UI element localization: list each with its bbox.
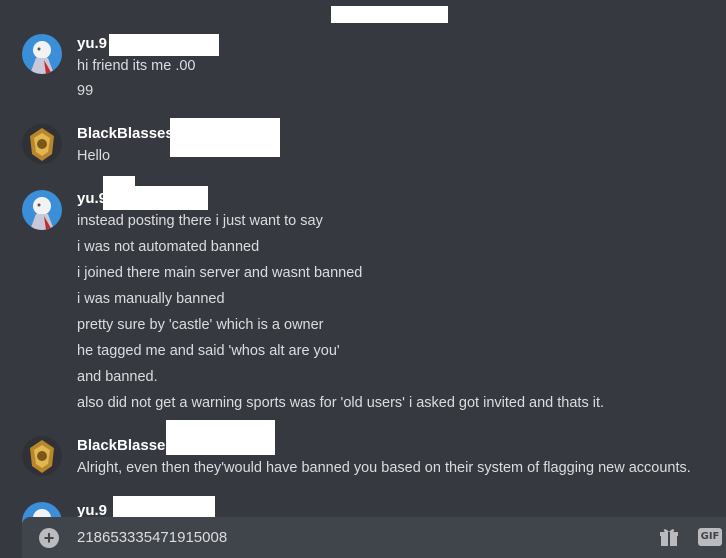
message-text: i was manually banned [77,291,225,307]
plus-circle-icon[interactable]: + [39,528,59,548]
message-text: and banned. [77,369,158,385]
redacted-block [103,186,208,210]
message-text: 99 [77,83,94,99]
username[interactable]: BlackBlasses [77,124,174,144]
message-text: Alright, even then they'would have banne… [77,460,691,476]
message-composer[interactable]: + 218653335471915008 GIF [22,517,726,558]
gold-emblem-avatar-icon[interactable] [22,124,62,164]
anime-character-avatar-icon[interactable] [22,34,62,74]
message-text: he tagged me and said 'whos alt are you' [77,343,340,359]
anime-character-avatar-icon[interactable] [22,190,62,230]
message-text: i was not automated banned [77,239,260,255]
redacted-block [166,420,275,455]
message-text: i joined there main server and wasnt ban… [77,265,363,281]
gold-emblem-avatar-icon[interactable] [22,436,62,476]
username[interactable]: yu.9 [77,34,107,54]
username[interactable]: BlackBlasses [77,436,174,456]
gift-icon[interactable] [658,526,680,548]
message-text: also did not get a warning sports was fo… [77,395,605,411]
message-text: instead posting there i just want to say [77,213,323,229]
redacted-block [109,34,219,56]
redacted-block-top [331,6,448,23]
gif-button[interactable]: GIF [698,528,722,546]
message-text: Hello [77,148,111,164]
message-input[interactable]: 218653335471915008 [77,528,227,548]
redacted-block [170,118,280,157]
message-text: pretty sure by 'castle' which is a owner [77,317,324,333]
message-text: hi friend its me .00 [77,58,196,74]
